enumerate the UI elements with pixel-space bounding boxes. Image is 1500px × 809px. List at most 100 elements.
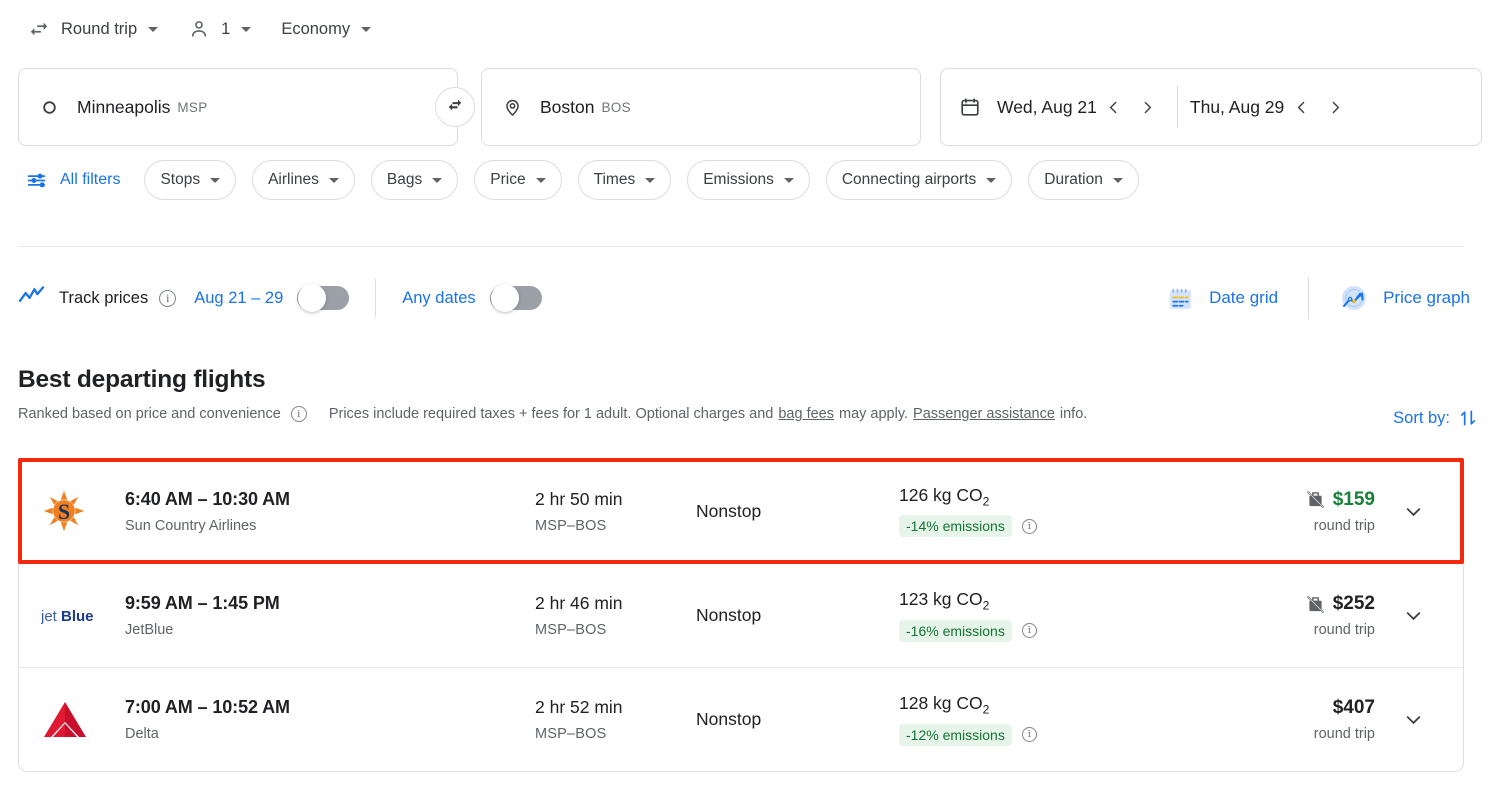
chevron-down-icon — [361, 27, 371, 32]
info-icon[interactable]: i — [1022, 519, 1037, 534]
filter-chip-price[interactable]: Price — [474, 160, 561, 200]
filter-chip-stops[interactable]: Stops — [144, 160, 236, 200]
return-prev-day-button[interactable] — [1284, 90, 1318, 124]
departure-date: Wed, Aug 21 — [997, 97, 1097, 118]
date-range-toggle[interactable] — [297, 286, 349, 310]
departure-prev-day-button[interactable] — [1097, 90, 1131, 124]
chevron-down-icon — [1113, 178, 1123, 183]
jetblue-logo: jet Blue — [41, 605, 119, 627]
flight-time-range: 9:59 AM – 1:45 PM — [125, 593, 535, 614]
flight-emissions-cell: 126 kg CO2 -14% emissions i — [899, 485, 1229, 538]
price-main: $252 — [1305, 593, 1375, 615]
table-row[interactable]: S 6:40 AM – 10:30 AM Sun Country Airline… — [19, 459, 1463, 563]
chevron-down-icon — [536, 178, 546, 183]
price-note: round trip — [1314, 726, 1375, 742]
page-title: Best departing flights — [18, 366, 1087, 394]
any-dates-label[interactable]: Any dates — [402, 289, 475, 308]
swap-arrows-icon — [445, 95, 465, 120]
trip-type-label: Round trip — [61, 20, 137, 39]
date-grid-button[interactable]: Date grid — [1156, 276, 1288, 320]
no-bag-icon — [1305, 489, 1326, 510]
person-icon — [188, 18, 210, 40]
flight-times-cell: 6:40 AM – 10:30 AM Sun Country Airlines — [119, 489, 535, 534]
info-icon[interactable]: i — [1022, 727, 1037, 742]
flight-price: $159 — [1333, 489, 1375, 511]
emissions-amount: 123 kg CO — [899, 589, 983, 609]
table-row[interactable]: 7:00 AM – 10:52 AM Delta 2 hr 52 min MSP… — [19, 667, 1463, 771]
track-divider — [375, 279, 376, 317]
flight-duration-cell: 2 hr 50 min MSP–BOS — [535, 489, 696, 534]
sun-country-logo: S — [41, 488, 119, 534]
departure-next-day-button[interactable] — [1131, 90, 1165, 124]
section-divider — [18, 246, 1464, 247]
flight-times-cell: 9:59 AM – 1:45 PM JetBlue — [119, 593, 535, 638]
svg-text:S: S — [58, 499, 70, 524]
emissions-value: 123 kg CO2 — [899, 589, 1229, 613]
price-graph-icon — [1339, 283, 1369, 313]
swap-airports-button[interactable] — [435, 87, 475, 127]
filter-chip-duration[interactable]: Duration — [1028, 160, 1139, 200]
status-badge: -16% emissions — [899, 620, 1012, 642]
tools-divider — [1308, 277, 1309, 319]
filter-chip-row: All filters Stops Airlines Bags Price Ti… — [18, 159, 1139, 201]
no-bag-icon — [1305, 594, 1326, 615]
info-icon[interactable]: i — [1022, 623, 1037, 638]
expand-flight-button[interactable] — [1381, 708, 1445, 731]
filter-chip-emissions[interactable]: Emissions — [687, 160, 810, 200]
results-header: Best departing flights Ranked based on p… — [18, 366, 1087, 422]
info-icon[interactable]: i — [159, 290, 176, 307]
origin-input[interactable]: Minneapolis MSP — [18, 68, 458, 146]
airline-name: Sun Country Airlines — [125, 518, 535, 534]
flight-price-cell: $159 round trip — [1229, 489, 1381, 534]
flight-times-cell: 7:00 AM – 10:52 AM Delta — [119, 697, 535, 742]
flight-duration: 2 hr 52 min — [535, 697, 696, 718]
chevron-down-icon — [645, 178, 655, 183]
expand-flight-button[interactable] — [1381, 604, 1445, 627]
passenger-assistance-link[interactable]: Passenger assistance — [913, 406, 1055, 422]
flight-results-list: S 6:40 AM – 10:30 AM Sun Country Airline… — [18, 458, 1464, 772]
price-note: round trip — [1314, 622, 1375, 638]
trend-line-icon — [18, 285, 45, 312]
all-filters-label: All filters — [60, 171, 120, 189]
flight-duration-cell: 2 hr 52 min MSP–BOS — [535, 697, 696, 742]
toggle-knob — [491, 284, 519, 312]
price-main: $407 — [1333, 697, 1375, 719]
date-range-field[interactable]: Wed, Aug 21 Thu, Aug 29 — [940, 68, 1482, 146]
table-row[interactable]: jet Blue 9:59 AM – 1:45 PM JetBlue 2 hr … — [19, 563, 1463, 667]
track-prices-label: Track prices — [59, 289, 148, 308]
return-date-cell[interactable]: Thu, Aug 29 — [1190, 90, 1352, 124]
passengers-selector[interactable]: 1 — [182, 9, 257, 49]
return-next-day-button[interactable] — [1318, 90, 1352, 124]
chip-label: Stops — [160, 171, 200, 189]
trip-type-selector[interactable]: Round trip — [22, 9, 164, 49]
airline-name: Delta — [125, 726, 535, 742]
bag-fees-link[interactable]: bag fees — [778, 406, 834, 422]
date-range-track-label[interactable]: Aug 21 – 29 — [194, 289, 283, 308]
expand-flight-button[interactable] — [1381, 500, 1445, 523]
chip-label: Emissions — [703, 171, 774, 189]
flight-time-range: 6:40 AM – 10:30 AM — [125, 489, 535, 510]
sort-by-label: Sort by: — [1393, 409, 1450, 428]
chevron-down-icon — [148, 27, 158, 32]
chevron-down-icon — [210, 178, 220, 183]
destination-input[interactable]: Boston BOS — [481, 68, 921, 146]
cabin-class-selector[interactable]: Economy — [275, 9, 377, 49]
filter-chip-bags[interactable]: Bags — [371, 160, 458, 200]
flight-duration: 2 hr 46 min — [535, 593, 696, 614]
price-graph-button[interactable]: Price graph — [1329, 276, 1480, 320]
emissions-subscript: 2 — [983, 599, 990, 613]
prices-text-3: info. — [1060, 406, 1087, 422]
filter-chip-connecting-airports[interactable]: Connecting airports — [826, 160, 1012, 200]
filter-chip-times[interactable]: Times — [578, 160, 672, 200]
flight-emissions-cell: 128 kg CO2 -12% emissions i — [899, 693, 1229, 746]
trip-options-bar: Round trip 1 Economy — [0, 0, 377, 58]
all-filters-button[interactable]: All filters — [18, 160, 128, 200]
departure-date-cell[interactable]: Wed, Aug 21 — [997, 90, 1165, 124]
any-dates-toggle[interactable] — [490, 286, 542, 310]
destination-code: BOS — [601, 100, 630, 115]
info-icon[interactable]: i — [291, 406, 307, 422]
emissions-value: 126 kg CO2 — [899, 485, 1229, 509]
sort-by-button[interactable]: Sort by: — [1393, 408, 1478, 428]
filter-chip-airlines[interactable]: Airlines — [252, 160, 355, 200]
chip-label: Connecting airports — [842, 171, 976, 189]
